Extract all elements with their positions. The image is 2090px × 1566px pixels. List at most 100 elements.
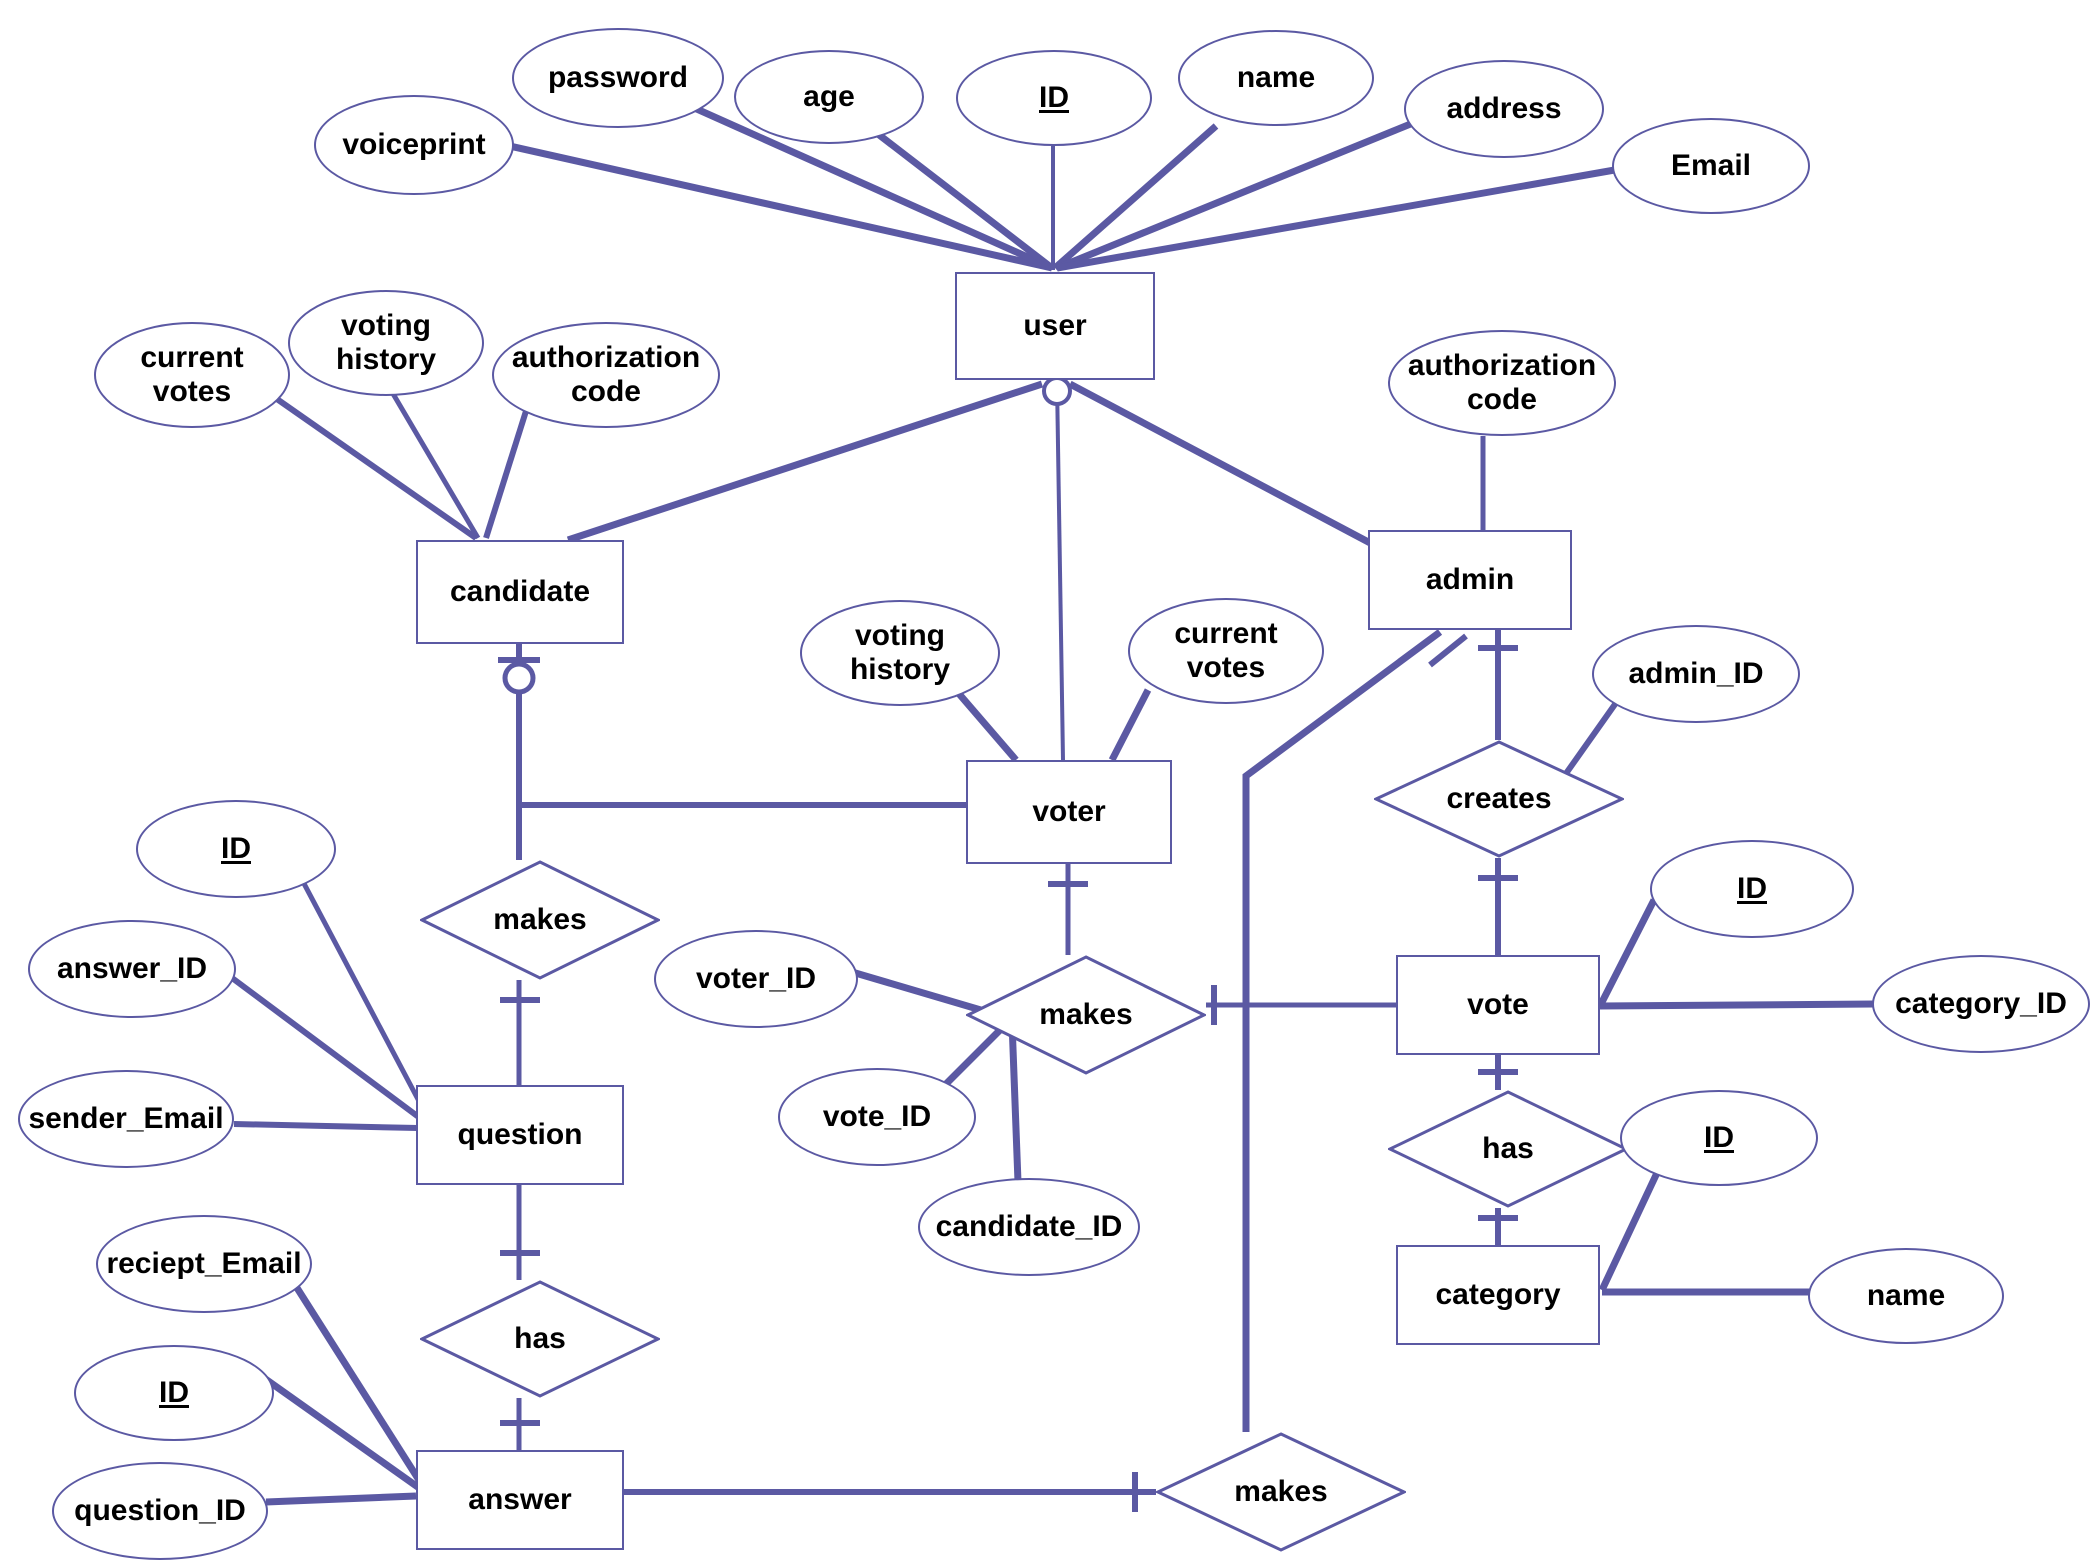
attribute-label: Email <box>1670 149 1752 183</box>
attribute-label: voiceprint <box>342 128 486 162</box>
edge-currentvotes-candidate <box>262 387 478 541</box>
attribute-label: voter_ID <box>695 962 817 996</box>
entity-answer-label: answer <box>468 1483 572 1517</box>
attribute-label: sender_Email <box>28 1102 224 1136</box>
attribute-label: name <box>1236 61 1316 95</box>
attribute-user-password[interactable]: password <box>512 28 724 128</box>
entity-category-label: category <box>1435 1278 1561 1312</box>
entity-category[interactable]: category <box>1396 1245 1600 1345</box>
attribute-label: password <box>547 61 689 95</box>
entity-answer[interactable]: answer <box>416 1450 624 1550</box>
attribute-user-age[interactable]: age <box>734 50 924 144</box>
attribute-label: question_ID <box>74 1494 246 1528</box>
attribute-user-voiceprint[interactable]: voiceprint <box>314 95 514 195</box>
edge-senderemail-question <box>233 1121 419 1131</box>
attribute-makes-candidate-id[interactable]: candidate_ID <box>918 1178 1140 1276</box>
entity-user[interactable]: user <box>955 272 1155 380</box>
attribute-question-answer-id[interactable]: answer_ID <box>28 920 236 1018</box>
relationship-label: has <box>1482 1132 1534 1166</box>
attribute-answer-reciept-email[interactable]: reciept_Email <box>96 1215 312 1313</box>
relationship-label: has <box>514 1322 566 1356</box>
relationship-candidate-makes-question[interactable]: makes <box>420 860 660 980</box>
attribute-label: current votes <box>1174 617 1278 684</box>
edge-recieptemail-answer <box>289 1278 427 1490</box>
edge-aid-answer <box>261 1375 425 1493</box>
attribute-category-name[interactable]: name <box>1808 1248 2004 1344</box>
attribute-candidate-voting-history[interactable]: voting history <box>288 290 484 396</box>
attribute-user-name[interactable]: name <box>1178 30 1374 126</box>
attribute-question-id[interactable]: ID <box>136 800 336 898</box>
er-diagram-canvas: user candidate admin voter question vote… <box>0 0 2090 1566</box>
relationship-vote-has-category[interactable]: has <box>1388 1090 1628 1208</box>
edge-authcode-candidate <box>483 391 535 539</box>
attribute-label: age <box>803 80 855 114</box>
attribute-user-address[interactable]: address <box>1404 60 1604 158</box>
edge-questionid-answer <box>265 1492 417 1506</box>
entity-user-label: user <box>1023 309 1087 343</box>
attribute-candidate-authorization-code[interactable]: authorization code <box>492 322 720 428</box>
relationship-label: makes <box>1039 998 1133 1032</box>
entity-voter[interactable]: voter <box>966 760 1172 864</box>
attribute-label: candidate_ID <box>935 1210 1123 1244</box>
attribute-answer-question-id[interactable]: question_ID <box>52 1462 268 1560</box>
attribute-answer-id[interactable]: ID <box>74 1345 274 1441</box>
attribute-voter-current-votes[interactable]: current votes <box>1128 598 1324 704</box>
entity-admin-label: admin <box>1425 563 1515 597</box>
edge-qid-question <box>297 874 433 1124</box>
attribute-candidate-current-votes[interactable]: current votes <box>94 322 290 428</box>
attribute-user-id[interactable]: ID <box>956 50 1152 146</box>
entity-admin[interactable]: admin <box>1368 530 1572 630</box>
entity-question-label: question <box>457 1118 583 1152</box>
entity-voter-label: voter <box>1032 795 1106 829</box>
relationship-admin-makes-answer[interactable]: makes <box>1156 1432 1406 1552</box>
relationship-admin-creates-vote[interactable]: creates <box>1374 740 1624 858</box>
relationship-voter-makes-vote[interactable]: makes <box>966 955 1206 1075</box>
attribute-label-primary-key: ID <box>1039 81 1069 115</box>
attribute-label: address <box>1446 92 1562 126</box>
attribute-label: answer_ID <box>56 952 208 986</box>
edge-voteid-vote <box>1596 898 1658 1008</box>
relationship-label: makes <box>1234 1475 1328 1509</box>
attribute-question-sender-email[interactable]: sender_Email <box>18 1070 234 1168</box>
attribute-label: authorization code <box>1407 349 1597 416</box>
attribute-label: voting history <box>849 619 951 686</box>
attribute-vote-category-id[interactable]: category_ID <box>1872 955 2090 1053</box>
attribute-makes-vote-id[interactable]: vote_ID <box>778 1068 976 1166</box>
attribute-user-email[interactable]: Email <box>1612 118 1810 214</box>
relationship-label: creates <box>1446 782 1552 816</box>
attribute-label: admin_ID <box>1628 657 1764 691</box>
attribute-voter-voting-history[interactable]: voting history <box>800 600 1000 706</box>
edge-user-admin <box>1068 380 1376 549</box>
attribute-label: category_ID <box>1895 987 2067 1021</box>
attribute-makes-voter-id[interactable]: voter_ID <box>654 930 858 1028</box>
entity-candidate-label: candidate <box>449 575 591 609</box>
edge-votinghistory-candidate <box>389 390 481 540</box>
attribute-vote-id[interactable]: ID <box>1650 840 1854 938</box>
entity-vote[interactable]: vote <box>1396 955 1600 1055</box>
attribute-category-id[interactable]: ID <box>1620 1090 1818 1186</box>
attribute-label: current votes <box>140 341 244 408</box>
attribute-creates-admin-id[interactable]: admin_ID <box>1592 625 1800 723</box>
relationship-question-has-answer[interactable]: has <box>420 1280 660 1398</box>
attribute-label-primary-key: ID <box>159 1376 189 1410</box>
edge-answerid-question <box>214 963 430 1127</box>
attribute-label: name <box>1866 1279 1946 1313</box>
card-candidate-zero <box>502 661 536 695</box>
card-user-zero-one <box>1042 376 1072 406</box>
attribute-label: voting history <box>335 309 437 376</box>
entity-candidate[interactable]: candidate <box>416 540 624 644</box>
card-admin-many-crossed <box>1428 633 1468 668</box>
attribute-label: authorization code <box>511 341 701 408</box>
attribute-label-primary-key: ID <box>1704 1121 1734 1155</box>
edge-currentvotes-voter <box>1108 688 1152 762</box>
entity-question[interactable]: question <box>416 1085 624 1185</box>
attribute-label-primary-key: ID <box>221 832 251 866</box>
attribute-label: vote_ID <box>822 1100 932 1134</box>
relationship-label: makes <box>493 903 587 937</box>
edge-email-user <box>1056 164 1627 272</box>
attribute-admin-authorization-code[interactable]: authorization code <box>1388 330 1616 436</box>
edge-categoryid-vote <box>1599 1000 1875 1010</box>
attribute-label: reciept_Email <box>106 1247 302 1281</box>
attribute-label-primary-key: ID <box>1737 872 1767 906</box>
entity-vote-label: vote <box>1467 988 1529 1022</box>
